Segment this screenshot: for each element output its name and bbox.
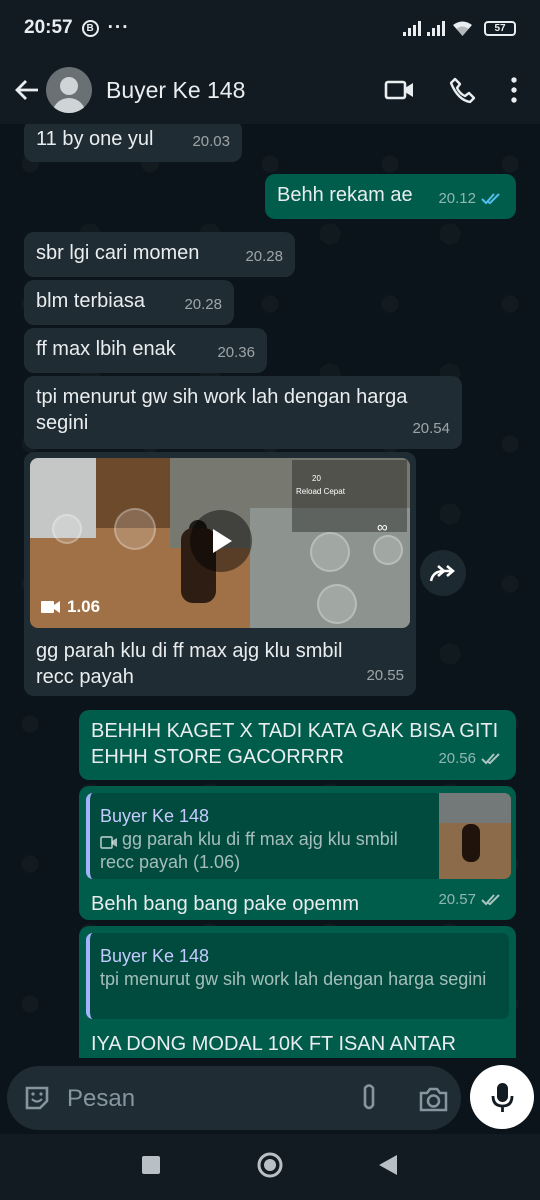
contact-name[interactable]: Buyer Ke 148 [106,77,245,104]
video-reload-label: Reload Cepat [296,487,345,496]
message-time: 20.36 [217,344,255,361]
delivered-ticks-icon [481,753,500,765]
message-input[interactable]: Pesan [7,1066,461,1130]
message-composer: Pesan [0,1058,540,1134]
read-ticks-icon [481,193,500,205]
message-incoming[interactable]: 11 by one yul 20.03 [24,124,242,162]
message-incoming[interactable]: sbr lgi cari momen 20.28 [24,232,295,277]
quoted-text: gg parah klu di ff max ajg klu smbil rec… [100,829,398,872]
video-message[interactable]: 20 Reload Cepat ∞ 1.06 gg parah klu di f… [24,452,416,696]
phone-icon[interactable] [449,77,476,104]
message-placeholder: Pesan [67,1085,136,1112]
b-badge-icon: B [81,19,99,37]
chat-area[interactable]: 11 by one yul 20.03 Behh rekam ae 20.12 … [0,124,540,1058]
forward-icon [429,565,455,582]
signal-icon-1 [403,20,421,36]
status-time: 20:57 [24,17,73,38]
status-icons: 57 [403,19,516,37]
signal-icon-2 [427,20,445,36]
message-time: 20.55 [366,667,404,684]
quoted-text: tpi menurut gw sih work lah dengan harga… [100,969,487,989]
wifi-icon [453,21,472,36]
camera-icon[interactable] [418,1087,449,1112]
quoted-message[interactable]: Buyer Ke 148 gg parah klu di ff max ajg … [86,793,511,879]
message-text: IYA DONG MODAL 10K FT ISAN ANTAR [91,1033,456,1055]
message-incoming[interactable]: ff max lbih enak 20.36 [24,328,267,373]
sticker-icon[interactable] [22,1083,52,1113]
battery-icon: 57 [484,20,516,36]
chat-header: Buyer Ke 148 [0,56,540,124]
more-vertical-icon[interactable] [510,76,518,104]
message-time: 20.28 [245,248,283,265]
video-call-icon[interactable] [384,78,415,102]
message-text: gg parah klu di ff max ajg klu smbil rec… [36,640,343,688]
quoted-sender: Buyer Ke 148 [100,806,210,826]
reply-message-outgoing[interactable]: Buyer Ke 148 tpi menurut gw sih work lah… [79,926,516,1058]
back-button[interactable] [12,75,42,105]
microphone-icon [491,1082,513,1112]
video-camera-icon [41,601,60,613]
message-text: tpi menurut gw sih work lah dengan harga… [36,386,408,434]
message-time: 20.03 [192,133,230,150]
quoted-video-thumbnail [439,793,511,879]
message-time: 20.12 [438,190,476,207]
home-button[interactable] [256,1151,284,1179]
message-incoming[interactable]: tpi menurut gw sih work lah dengan harga… [24,376,462,449]
back-nav-button[interactable] [377,1153,399,1177]
voice-message-button[interactable] [470,1065,534,1129]
message-time: 20.56 [438,750,476,767]
message-outgoing[interactable]: BEHHH KAGET X TADI KATA GAK BISA GITI EH… [79,710,516,780]
message-outgoing[interactable]: Behh rekam ae 20.12 [265,174,516,219]
video-duration: 1.06 [40,594,100,620]
system-navigation-bar [0,1134,540,1200]
quoted-message[interactable]: Buyer Ke 148 tpi menurut gw sih work lah… [86,933,509,1019]
play-icon [213,529,232,553]
recents-button[interactable] [140,1154,162,1176]
play-button[interactable] [190,510,252,572]
status-bar: 20:57 B ··· 57 [0,0,540,56]
status-more-indicator: ··· [107,17,130,38]
delivered-ticks-icon [481,894,500,906]
message-time: 20.57 [438,891,476,908]
message-time: 20.54 [412,420,450,437]
message-time: 20.28 [184,296,222,313]
attachment-icon[interactable] [358,1082,380,1114]
video-thumbnail[interactable]: 20 Reload Cepat ∞ 1.06 [30,458,410,628]
forward-button[interactable] [420,550,466,596]
quoted-sender: Buyer Ke 148 [100,946,210,966]
back-arrow-icon [15,80,38,100]
avatar[interactable] [46,67,92,113]
reply-message-outgoing[interactable]: Buyer Ke 148 gg parah klu di ff max ajg … [79,786,516,920]
message-incoming[interactable]: blm terbiasa 20.28 [24,280,234,325]
message-text: Behh bang bang pake opemm [91,893,359,915]
